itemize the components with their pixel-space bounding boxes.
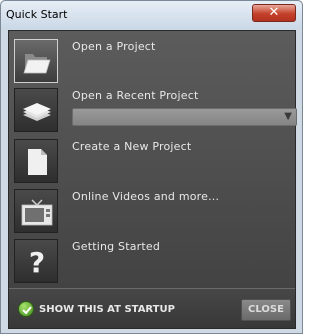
new-document-icon[interactable]: [14, 139, 58, 183]
online-videos-item[interactable]: Online Videos and more...: [14, 189, 292, 239]
close-button[interactable]: CLOSE: [241, 299, 291, 321]
online-videos-label: Online Videos and more...: [72, 190, 220, 203]
create-new-project-label: Create a New Project: [72, 140, 192, 153]
open-project-item[interactable]: Open a Project: [14, 39, 292, 89]
recent-project-dropdown[interactable]: ▼: [72, 108, 297, 126]
open-recent-project-item[interactable]: Open a Recent Project ▼: [14, 88, 297, 138]
question-mark-icon[interactable]: ?: [14, 239, 58, 283]
quick-start-footer: SHOW THIS AT STARTUP CLOSE: [9, 288, 295, 328]
question-mark-glyph: ?: [28, 246, 46, 279]
getting-started-label: Getting Started: [72, 240, 161, 253]
window-title: Quick Start: [6, 8, 68, 21]
title-bar[interactable]: Quick Start ✕: [1, 1, 302, 29]
open-project-label: Open a Project: [72, 40, 156, 53]
show-at-startup-label[interactable]: SHOW THIS AT STARTUP: [39, 304, 175, 315]
quick-start-window: Quick Start ✕ Open a Project Open a Rece…: [0, 0, 303, 334]
quick-start-panel: Open a Project Open a Recent Project ▼ C…: [8, 30, 297, 329]
checkmark-icon[interactable]: [18, 301, 34, 317]
open-recent-project-label: Open a Recent Project: [72, 89, 199, 102]
create-new-project-item[interactable]: Create a New Project: [14, 139, 292, 189]
close-icon: ✕: [268, 5, 280, 20]
stacked-documents-icon[interactable]: [14, 88, 58, 132]
chevron-down-icon[interactable]: ▼: [284, 111, 292, 122]
television-icon[interactable]: [14, 189, 58, 233]
getting-started-item[interactable]: ? Getting Started: [14, 239, 292, 289]
folder-icon[interactable]: [14, 39, 58, 83]
window-close-button[interactable]: ✕: [252, 4, 296, 22]
